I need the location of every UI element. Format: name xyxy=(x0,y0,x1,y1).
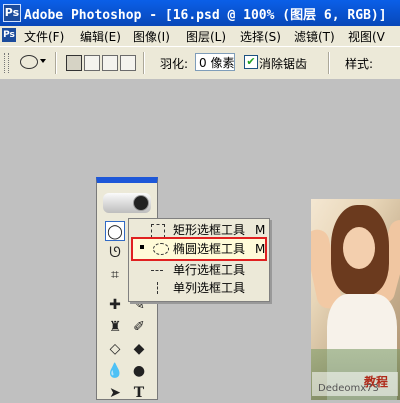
eye-logo-icon xyxy=(133,195,149,211)
menu-filter[interactable]: 滤镜(T) xyxy=(294,28,335,45)
history-brush-tool-icon[interactable]: ✐ xyxy=(129,317,149,337)
window-titlebar: Ps Adobe Photoshop - [16.psd @ 100% (图层 … xyxy=(0,0,400,26)
flyout-item-single-row-marquee[interactable]: 单行选框工具 xyxy=(131,261,267,279)
antialias-label: 消除锯齿 xyxy=(259,57,308,71)
flyout-item-shortcut: M xyxy=(255,242,266,256)
type-tool-icon[interactable]: T xyxy=(129,383,149,403)
menu-edit[interactable]: 编辑(E) xyxy=(80,28,121,45)
marquee-tool-icon[interactable]: ◯ xyxy=(105,221,125,241)
separator xyxy=(143,52,145,74)
antialias-checkbox[interactable]: ✔ xyxy=(244,55,258,69)
blur-tool-icon[interactable]: 💧 xyxy=(105,361,125,381)
flyout-item-label: 椭圆选框工具 xyxy=(173,242,246,256)
document-icon[interactable]: Ps xyxy=(2,28,16,42)
menu-layer[interactable]: 图层(L) xyxy=(186,28,226,45)
toolbox-logo[interactable] xyxy=(103,193,151,213)
window-title: Adobe Photoshop - [16.psd @ 100% (图层 6, … xyxy=(24,8,387,23)
flyout-item-label: 单行选框工具 xyxy=(173,263,246,277)
style-label: 样式: xyxy=(345,57,374,71)
subtract-from-selection-button[interactable] xyxy=(102,55,118,71)
single-row-marquee-icon xyxy=(151,270,163,271)
photoshop-app-icon: Ps xyxy=(3,4,21,22)
crop-tool-icon[interactable]: ⌗ xyxy=(105,265,125,285)
flyout-item-single-column-marquee[interactable]: 单列选框工具 xyxy=(131,279,267,297)
menu-image[interactable]: 图像(I) xyxy=(133,28,170,45)
current-tool-bullet-icon xyxy=(140,245,144,249)
intersect-selection-button[interactable] xyxy=(120,55,136,71)
feather-label: 羽化: xyxy=(160,57,189,71)
marquee-flyout-menu: 矩形选框工具 M 椭圆选框工具 M 单行选框工具 单列选框工具 xyxy=(128,218,270,302)
tool-preset-dropdown-arrow-icon[interactable] xyxy=(40,59,46,63)
new-selection-button[interactable] xyxy=(66,55,82,71)
flyout-item-elliptical-marquee[interactable]: 椭圆选框工具 M xyxy=(131,237,267,261)
photo-face xyxy=(343,227,375,269)
separator xyxy=(55,52,57,74)
document-photo[interactable] xyxy=(311,199,400,400)
options-bar-grip[interactable] xyxy=(4,53,9,73)
menu-file[interactable]: 文件(F) xyxy=(24,28,64,45)
healing-brush-tool-icon[interactable]: ✚ xyxy=(105,295,125,315)
elliptical-marquee-icon xyxy=(153,243,169,255)
watermark: 教程 Dedeomx73 xyxy=(312,372,398,396)
lasso-tool-icon[interactable]: ᘎ xyxy=(105,243,125,263)
feather-input[interactable]: 0 像素 xyxy=(195,53,235,71)
flyout-item-label: 单列选框工具 xyxy=(173,281,246,295)
menu-bar: Ps 文件(F) 编辑(E) 图像(I) 图层(L) 选择(S) 滤镜(T) 视… xyxy=(0,26,400,46)
clone-stamp-tool-icon[interactable]: ♜ xyxy=(105,317,125,337)
options-bar: 羽化: 0 像素 ✔ 消除锯齿 样式: xyxy=(0,46,400,80)
paint-bucket-tool-icon[interactable]: ◆ xyxy=(129,339,149,359)
menu-view[interactable]: 视图(V xyxy=(348,28,385,45)
menu-select[interactable]: 选择(S) xyxy=(240,28,281,45)
path-selection-tool-icon[interactable]: ➤ xyxy=(105,383,125,403)
watermark-site-text: Dedeomx73 xyxy=(318,383,379,394)
tool-preset-ellipse-icon[interactable] xyxy=(20,55,38,69)
dodge-tool-icon[interactable]: ● xyxy=(129,361,149,381)
single-column-marquee-icon xyxy=(157,282,158,294)
add-to-selection-button[interactable] xyxy=(84,55,100,71)
separator xyxy=(328,52,330,74)
rect-marquee-icon xyxy=(151,224,165,238)
eraser-tool-icon[interactable]: ◇ xyxy=(105,339,125,359)
